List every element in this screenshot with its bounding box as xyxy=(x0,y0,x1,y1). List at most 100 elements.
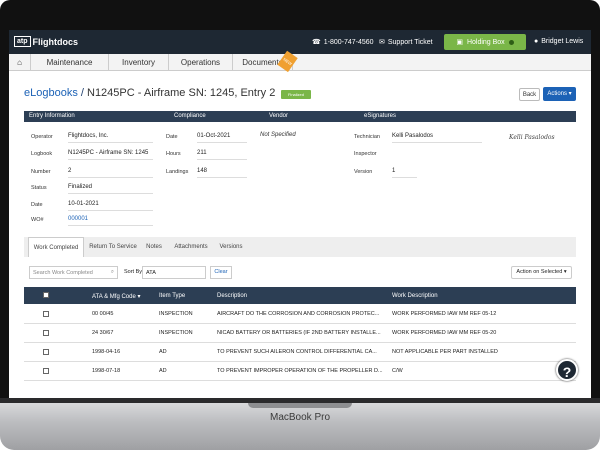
breadcrumb-root[interactable]: eLogbooks xyxy=(24,87,78,99)
cell-ata: 00 00/45 xyxy=(92,311,114,317)
landings-label: Landings xyxy=(166,169,189,175)
row-checkbox[interactable] xyxy=(43,311,49,317)
back-button[interactable]: Back xyxy=(519,88,540,101)
logbook-value: N1245PC - Airframe SN: 1245 xyxy=(68,150,153,160)
cell-item-type: INSPECTION xyxy=(159,330,193,336)
actions-button[interactable]: Actions ▾ xyxy=(543,87,576,101)
compliance-date-value: 01-Oct-2021 xyxy=(197,133,247,143)
cell-description: AIRCRAFT DO THE CORROSION AND CORROSION … xyxy=(217,311,380,317)
cell-ata: 1998-04-16 xyxy=(92,349,121,355)
landings-value: 148 xyxy=(197,168,247,178)
row-checkbox[interactable] xyxy=(43,368,49,374)
table-row[interactable]: 24 30/67 INSPECTION NICAD BATTERY OR BAT… xyxy=(24,324,576,343)
table-header: ATA & Mfg Code ▾ Item Type Description W… xyxy=(24,287,576,304)
col-item-type[interactable]: Item Type xyxy=(159,293,185,299)
col-ata[interactable]: ATA & Mfg Code ▾ xyxy=(92,293,140,300)
phone-icon: ☎ xyxy=(312,39,321,46)
inspector-label: Inspector xyxy=(354,151,377,157)
main-nav: ⌂ Maintenance Inventory Operations Docum… xyxy=(9,50,591,73)
help-button[interactable]: ? xyxy=(556,359,578,381)
date-value: 10-01-2021 xyxy=(68,201,153,211)
nav-inventory[interactable]: Inventory xyxy=(109,54,169,71)
tab-attachments[interactable]: Attachments xyxy=(170,237,212,257)
user-name: Bridget Lewis xyxy=(541,38,584,45)
table-row[interactable]: 1998-04-16 AD TO PREVENT SUCH AILERON CO… xyxy=(24,343,576,362)
phone-number: 1-800-747-4560 xyxy=(323,38,374,46)
hours-label: Hours xyxy=(166,151,181,157)
section-entry-info: Entry Information xyxy=(29,113,75,119)
wo-link[interactable]: 000001 xyxy=(68,216,153,226)
wo-label: WO# xyxy=(31,217,44,223)
number-value: 2 xyxy=(68,168,153,178)
clear-button[interactable]: Clear xyxy=(210,266,232,279)
holding-box-button[interactable]: ▣ Holding Box xyxy=(444,34,526,50)
section-vendor: Vendor xyxy=(269,113,289,119)
cell-description: NICAD BATTERY OR BATTERIES (IF 2ND BATTE… xyxy=(217,330,381,336)
tab-return-to-service[interactable]: Return To Service xyxy=(86,237,140,257)
user-menu[interactable]: ● Bridget Lewis xyxy=(534,38,583,45)
search-placeholder: Search Work Completed xyxy=(33,270,93,276)
tab-bar: Work Completed Return To Service Notes A… xyxy=(24,237,576,257)
version-label: Version xyxy=(354,169,373,175)
cell-ata: 24 30/67 xyxy=(92,330,114,336)
laptop-notch xyxy=(248,403,352,408)
logo-text: Flightdocs xyxy=(32,36,79,47)
tab-work-completed[interactable]: Work Completed xyxy=(28,237,84,257)
logo[interactable]: atp Flightdocs xyxy=(14,36,78,47)
tab-versions[interactable]: Versions xyxy=(216,237,246,257)
laptop-base xyxy=(0,403,600,450)
operator-label: Operator xyxy=(31,134,53,140)
page-title: N1245PC - Airframe SN: 1245, Entry 2 xyxy=(87,87,276,99)
cell-work-description: NOT APPLICABLE PER PART INSTALLED xyxy=(392,349,498,355)
support-ticket-link[interactable]: ✉ Support Ticket xyxy=(379,38,433,47)
breadcrumb-separator: / xyxy=(77,87,87,99)
logbook-label: Logbook xyxy=(31,151,53,157)
nav-maintenance[interactable]: Maintenance xyxy=(31,54,109,71)
row-checkbox[interactable] xyxy=(43,349,49,355)
user-icon: ● xyxy=(534,38,539,45)
cell-work-description: C/W xyxy=(392,368,403,374)
nav-operations[interactable]: Operations xyxy=(169,54,233,71)
breadcrumb: eLogbooks / N1245PC - Airframe SN: 1245,… xyxy=(24,87,275,99)
technician-signature: Kelli Pasalodos xyxy=(509,134,555,141)
row-checkbox[interactable] xyxy=(43,330,49,336)
action-on-selected-button[interactable]: Action on Selected ▾ xyxy=(511,266,572,279)
cell-work-description: WORK PERFORMED IAW MM REF 05-12 xyxy=(392,311,497,317)
date-label: Date xyxy=(31,202,43,208)
support-label: Support Ticket xyxy=(387,38,433,46)
holding-box-label: Holding Box xyxy=(466,38,505,46)
sort-input[interactable]: ATA xyxy=(142,266,206,279)
new-badge: NEW xyxy=(276,50,298,73)
phone-link[interactable]: ☎ 1-800-747-4560 xyxy=(312,38,374,47)
status-badge: Finalized xyxy=(281,90,311,99)
home-icon[interactable]: ⌂ xyxy=(9,54,31,71)
technician-label: Technician xyxy=(354,134,380,140)
tab-notes[interactable]: Notes xyxy=(142,237,166,257)
section-esignatures: eSignatures xyxy=(364,113,397,119)
vendor-value: Not Specified xyxy=(260,132,296,138)
hours-value: 211 xyxy=(197,150,247,160)
table-row[interactable]: 00 00/45 INSPECTION AIRCRAFT DO THE CORR… xyxy=(24,305,576,324)
number-label: Number xyxy=(31,169,51,175)
col-description[interactable]: Description xyxy=(217,293,247,299)
nav-documents-label: Documents xyxy=(242,58,283,67)
section-compliance: Compliance xyxy=(174,113,206,119)
nav-documents[interactable]: Documents NEW xyxy=(233,50,298,73)
col-work-description[interactable]: Work Description xyxy=(392,293,438,299)
search-input[interactable]: Search Work Completed ⌕ xyxy=(29,266,118,279)
cell-description: TO PREVENT SUCH AILERON CONTROL DIFFEREN… xyxy=(217,349,377,355)
status-label: Status xyxy=(31,185,47,191)
cell-item-type: AD xyxy=(159,368,167,374)
device-label: MacBook Pro xyxy=(269,412,331,423)
cell-description: TO PREVENT IMPROPER OPERATION OF THE PRO… xyxy=(217,368,383,374)
select-all-checkbox[interactable] xyxy=(43,292,49,298)
app-screen: atp Flightdocs ☎ 1-800-747-4560 ✉ Suppor… xyxy=(9,30,591,398)
table-row[interactable]: 1998-07-18 AD TO PREVENT IMPROPER OPERAT… xyxy=(24,362,576,381)
compliance-date-label: Date xyxy=(166,134,178,140)
cell-work-description: WORK PERFORMED IAW MM REF 05-20 xyxy=(392,330,497,336)
box-icon: ▣ xyxy=(456,39,463,46)
holding-box-indicator xyxy=(508,39,514,45)
version-value: 1 xyxy=(392,168,417,178)
status-value: Finalized xyxy=(68,184,153,194)
top-bar: atp Flightdocs ☎ 1-800-747-4560 ✉ Suppor… xyxy=(9,30,591,54)
